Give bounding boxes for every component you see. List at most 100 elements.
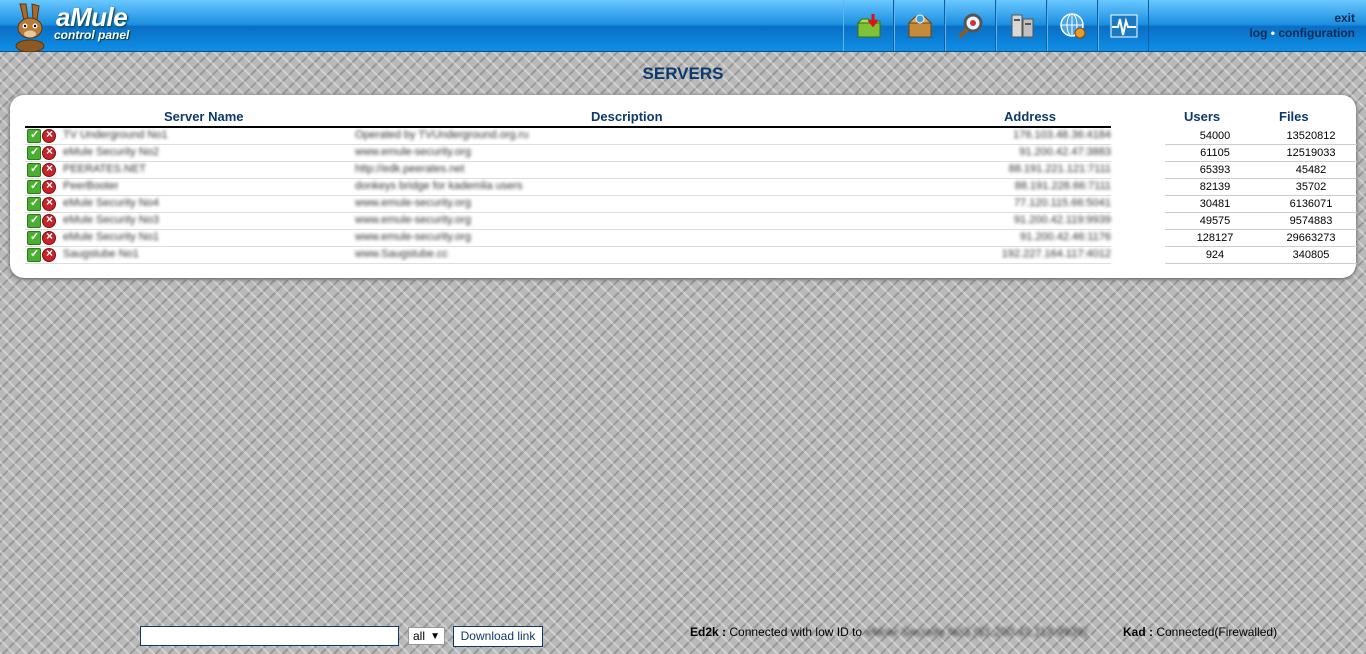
kad-icon — [1059, 12, 1085, 38]
page-title: SERVERS — [642, 64, 724, 83]
connect-icon[interactable] — [27, 179, 41, 194]
server-files: 13520812 — [1265, 128, 1357, 145]
table-row[interactable]: TV Underground No1 Operated by TVUndergr… — [25, 127, 1357, 145]
server-description: donkeys bridge for kademlia users — [355, 180, 523, 192]
row-actions — [27, 195, 56, 211]
server-users: 128127 — [1165, 230, 1265, 247]
remove-icon[interactable] — [42, 246, 56, 262]
connect-icon[interactable] — [27, 196, 41, 211]
row-left-cells: TV Underground No1 Operated by TVUndergr… — [25, 127, 1111, 145]
row-left-cells: eMule Security No3 www.emule-security.or… — [25, 212, 1111, 230]
kad-button[interactable] — [1047, 0, 1098, 51]
server-files: 12519033 — [1265, 145, 1357, 162]
ed2k-server-name: eMule Security No3 (91.200.42.119:9939) — [865, 625, 1088, 639]
server-description: www.Saugstube.cc — [355, 248, 448, 260]
app-header: aMule control panel exit log • configura… — [0, 0, 1366, 52]
configuration-link[interactable]: configuration — [1278, 26, 1355, 40]
server-users: 54000 — [1165, 128, 1265, 145]
mule-mascot-icon — [15, 3, 45, 52]
downloads-button[interactable] — [843, 0, 894, 51]
table-row[interactable]: eMule Security No4 www.emule-security.or… — [25, 195, 1357, 213]
row-left-cells: eMule Security No2 www.emule-security.or… — [25, 144, 1111, 162]
server-name: eMule Security No2 — [63, 146, 159, 158]
server-description: www.emule-security.org — [355, 146, 471, 158]
connect-icon[interactable] — [27, 145, 41, 160]
downloads-icon — [856, 13, 880, 37]
servers-panel: Server Name Description Address Users Fi… — [10, 95, 1357, 278]
category-select[interactable]: all ▼ — [408, 627, 445, 645]
table-row[interactable]: Saugstube No1 www.Saugstube.cc 192.227.1… — [25, 246, 1357, 264]
server-name: TV Underground No1 — [63, 129, 168, 141]
servers-button[interactable] — [996, 0, 1047, 51]
remove-icon[interactable] — [42, 229, 56, 245]
server-name: eMule Security No3 — [63, 214, 159, 226]
servers-icon — [1011, 14, 1033, 37]
ed2k-link-input[interactable] — [140, 626, 399, 646]
kad-status: Kad : Connected(Firewalled) — [1123, 625, 1277, 639]
column-header-users[interactable]: Users — [1184, 109, 1220, 124]
server-users: 82139 — [1165, 179, 1265, 196]
server-users: 61105 — [1165, 145, 1265, 162]
server-name: eMule Security No4 — [63, 197, 159, 209]
ed2k-label: Ed2k : — [690, 625, 727, 639]
server-files: 29663273 — [1265, 230, 1357, 247]
row-left-cells: eMule Security No4 www.emule-security.or… — [25, 195, 1111, 213]
server-users: 49575 — [1165, 213, 1265, 230]
remove-icon[interactable] — [42, 178, 56, 194]
statistics-button[interactable] — [1098, 0, 1149, 51]
connect-icon[interactable] — [27, 162, 41, 177]
server-description: http://edk.peerates.net — [355, 163, 465, 175]
server-description: www.emule-security.org — [355, 231, 471, 243]
table-row[interactable]: eMule Security No1 www.emule-security.or… — [25, 229, 1357, 247]
remove-icon[interactable] — [42, 127, 56, 143]
row-left-cells: PEERATES.NET http://edk.peerates.net 88.… — [25, 161, 1111, 179]
column-header-description[interactable]: Description — [591, 109, 663, 124]
connect-icon[interactable] — [27, 247, 41, 262]
table-row[interactable]: eMule Security No3 www.emule-security.or… — [25, 212, 1357, 230]
server-description: www.emule-security.org — [355, 197, 471, 209]
server-name: eMule Security No1 — [63, 231, 159, 243]
remove-icon[interactable] — [42, 144, 56, 160]
search-icon — [957, 13, 982, 38]
column-header-server-name[interactable]: Server Name — [164, 109, 244, 124]
table-row[interactable]: PEERATES.NET http://edk.peerates.net 88.… — [25, 161, 1357, 179]
row-left-cells: Saugstube No1 www.Saugstube.cc 192.227.1… — [25, 246, 1111, 264]
statistics-icon — [1110, 14, 1137, 37]
remove-icon[interactable] — [42, 212, 56, 228]
kad-label: Kad : — [1123, 625, 1153, 639]
chevron-down-icon: ▼ — [430, 631, 440, 642]
column-header-files[interactable]: Files — [1279, 109, 1309, 124]
download-link-button[interactable]: Download link — [453, 626, 543, 647]
connect-icon[interactable] — [27, 128, 41, 143]
row-actions — [27, 229, 56, 245]
server-files: 9574883 — [1265, 213, 1357, 230]
search-button[interactable] — [945, 0, 996, 51]
connect-icon[interactable] — [27, 213, 41, 228]
column-header-address[interactable]: Address — [1004, 109, 1056, 124]
server-address: 88.191.228.66:7111 — [1014, 180, 1111, 192]
server-name: PeerBooter — [63, 180, 119, 192]
server-address: 91.200.42.46:1176 — [1020, 231, 1111, 243]
server-description: Operated by TVUnderground.org.ru — [355, 129, 529, 141]
table-row[interactable]: eMule Security No2 www.emule-security.or… — [25, 144, 1357, 162]
logo-subtitle: control panel — [54, 28, 130, 42]
remove-icon[interactable] — [42, 161, 56, 177]
ed2k-status-text: Connected with low ID to — [729, 625, 863, 639]
remove-icon[interactable] — [42, 195, 56, 211]
connect-icon[interactable] — [27, 230, 41, 245]
server-files: 45482 — [1265, 162, 1357, 179]
amule-logo[interactable]: aMule control panel — [4, 0, 149, 52]
link-separator: • — [1270, 26, 1275, 40]
row-actions — [27, 144, 56, 160]
table-row[interactable]: PeerBooter donkeys bridge for kademlia u… — [25, 178, 1357, 196]
exit-link[interactable]: exit — [1334, 11, 1355, 25]
category-select-value: all — [413, 629, 426, 643]
shared-files-button[interactable] — [894, 0, 945, 51]
row-actions — [27, 246, 56, 262]
log-link[interactable]: log — [1249, 26, 1267, 40]
main-toolbar — [843, 0, 1149, 51]
server-name: Saugstube No1 — [63, 248, 139, 260]
ed2k-status: Ed2k : Connected with low ID to eMule Se… — [690, 625, 1087, 639]
server-address: 91.200.42.119:9939 — [1013, 214, 1111, 226]
server-address: 91.200.42.47:3883 — [1019, 146, 1111, 158]
